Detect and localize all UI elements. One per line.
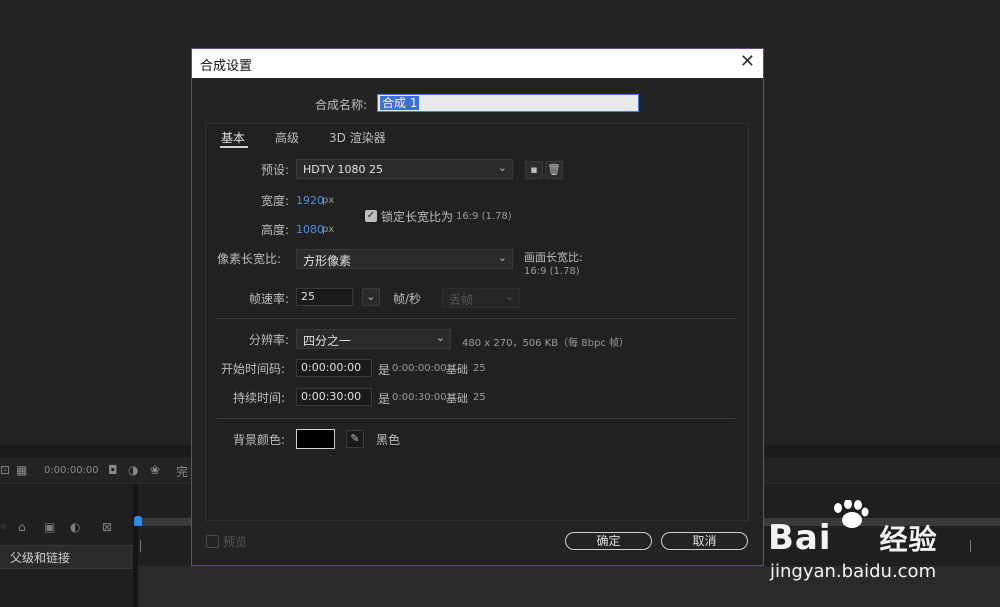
duration-label: 持续时间: bbox=[233, 391, 286, 405]
rgb-icon[interactable]: ❀ bbox=[150, 463, 160, 477]
resolution-value: 四分之一 bbox=[303, 334, 352, 348]
drop-frame-dropdown[interactable]: 丢帧 ⌄ bbox=[442, 288, 520, 308]
bg-color-name: 黑色 bbox=[376, 433, 401, 447]
chevron-down-icon: ⌄ bbox=[497, 161, 507, 174]
color-channel-icon[interactable]: ◑ bbox=[128, 463, 138, 477]
chevron-down-icon[interactable]: ⌄ bbox=[362, 288, 380, 306]
active-tab-indicator bbox=[220, 146, 248, 148]
frame-aspect-value: 16:9 (1.78) bbox=[524, 266, 580, 277]
ok-button[interactable]: 确定 bbox=[565, 532, 652, 550]
start-timecode-input[interactable]: 0:00:00:00 bbox=[296, 359, 372, 377]
resolution-label: 分辨率: bbox=[249, 333, 290, 347]
bg-color-label: 背景颜色: bbox=[233, 433, 286, 447]
save-preset-icon[interactable]: ▪ bbox=[525, 161, 543, 179]
height-unit: px bbox=[322, 224, 335, 235]
solo-icon[interactable]: ◦ bbox=[0, 520, 7, 534]
preview-label: 预览 bbox=[223, 535, 248, 549]
start-base-label: 基础 bbox=[446, 363, 468, 376]
frame-aspect-label: 画面长宽比: bbox=[524, 251, 583, 264]
frame-rate-unit: 帧/秒 bbox=[393, 292, 422, 306]
start-timecode-info: 0:00:00:00 bbox=[392, 363, 447, 374]
layer-header-cell[interactable]: 父级和链接 bbox=[0, 545, 133, 569]
bg-color-swatch[interactable] bbox=[296, 429, 335, 449]
composition-settings-dialog: 合成设置 ✕ 合成名称: 合成 1 基本 高级 3D 渲染器 预设: HDTV … bbox=[191, 48, 764, 566]
width-unit: px bbox=[322, 195, 335, 206]
watermark-brand: Bai bbox=[768, 518, 832, 558]
height-value[interactable]: 1080 bbox=[296, 223, 324, 236]
duration-prefix: 是 bbox=[378, 392, 391, 406]
parent-link-header: 父级和链接 bbox=[10, 551, 71, 565]
pixel-aspect-value: 方形像素 bbox=[303, 254, 352, 268]
start-timecode-label: 开始时间码: bbox=[221, 362, 286, 376]
preset-value: HDTV 1080 25 bbox=[303, 163, 383, 176]
duration-base-label: 基础 bbox=[446, 392, 468, 405]
work-area-start-handle[interactable] bbox=[134, 516, 142, 526]
trash-icon[interactable]: 🗑 bbox=[545, 161, 563, 179]
preview-checkbox[interactable] bbox=[206, 535, 219, 548]
duration-input[interactable]: 0:00:30:00 bbox=[296, 388, 372, 406]
duration-base-value: 25 bbox=[473, 392, 486, 403]
tab-3d-renderer[interactable]: 3D 渲染器 bbox=[329, 129, 386, 146]
chevron-down-icon: ⌄ bbox=[435, 331, 445, 344]
resolution-info: 480 x 270，506 KB（每 8bpc 帧） bbox=[462, 338, 630, 349]
pixel-aspect-label: 像素长宽比: bbox=[217, 252, 282, 266]
frame-rate-input[interactable]: 25 bbox=[296, 288, 353, 306]
toolbar-partial-label: 完 bbox=[176, 465, 189, 479]
dialog-title: 合成设置 bbox=[200, 59, 253, 74]
height-label: 高度: bbox=[261, 223, 290, 237]
comp-name-value: 合成 1 bbox=[380, 96, 420, 110]
close-icon[interactable]: ✕ bbox=[740, 51, 755, 72]
graph-editor-icon[interactable]: ⊠ bbox=[102, 520, 112, 534]
watermark-url: jingyan.baidu.com bbox=[770, 561, 937, 582]
preset-dropdown[interactable]: HDTV 1080 25 ⌄ bbox=[296, 159, 513, 179]
pixel-aspect-dropdown[interactable]: 方形像素 ⌄ bbox=[296, 249, 513, 269]
frame-rate-label: 帧速率: bbox=[249, 292, 290, 306]
motion-blur-icon[interactable]: ◐ bbox=[70, 520, 80, 534]
lock-aspect-ratio: 16:9 (1.78) bbox=[456, 211, 512, 222]
drop-frame-value: 丢帧 bbox=[449, 293, 474, 307]
resolution-dropdown[interactable]: 四分之一 ⌄ bbox=[296, 329, 451, 349]
lock-aspect-label: 锁定长宽比为 bbox=[381, 210, 454, 224]
transparency-grid-icon[interactable]: ▦ bbox=[16, 463, 27, 477]
start-base-value: 25 bbox=[473, 363, 486, 374]
tab-advanced[interactable]: 高级 bbox=[275, 129, 299, 146]
eyedropper-icon[interactable]: ✎ bbox=[346, 430, 364, 448]
width-value[interactable]: 1920 bbox=[296, 194, 324, 207]
comp-name-input[interactable]: 合成 1 bbox=[377, 94, 639, 112]
start-timecode-prefix: 是 bbox=[378, 363, 391, 377]
chevron-down-icon: ⌄ bbox=[504, 290, 514, 303]
lock-aspect-checkbox[interactable]: ✓ bbox=[365, 210, 377, 222]
section-divider bbox=[217, 418, 735, 419]
preset-label: 预设: bbox=[261, 163, 290, 177]
chevron-down-icon: ⌄ bbox=[497, 251, 507, 264]
ruler-tick bbox=[140, 540, 141, 552]
section-divider bbox=[217, 318, 735, 319]
watermark-brand-suffix: 经验 bbox=[879, 523, 938, 556]
frame-blend-icon[interactable]: ▣ bbox=[44, 520, 55, 534]
cancel-button[interactable]: 取消 bbox=[661, 532, 748, 550]
width-label: 宽度: bbox=[261, 194, 290, 208]
tab-basic[interactable]: 基本 bbox=[221, 129, 245, 146]
comp-name-label: 合成名称: bbox=[315, 98, 368, 112]
ruler-tick bbox=[970, 540, 971, 552]
baidu-watermark-logo: Bai 经验 bbox=[768, 518, 938, 558]
toolbar-timecode[interactable]: 0:00:00:00 bbox=[44, 465, 99, 476]
snapshot-icon[interactable]: ◘ bbox=[108, 463, 118, 477]
region-icon[interactable]: ⊡ bbox=[0, 463, 10, 477]
settings-panel bbox=[205, 123, 749, 521]
shy-icon[interactable]: ⌂ bbox=[18, 520, 26, 534]
duration-info: 0:00:30:00 bbox=[392, 392, 447, 403]
dialog-titlebar[interactable]: 合成设置 ✕ bbox=[192, 49, 763, 78]
